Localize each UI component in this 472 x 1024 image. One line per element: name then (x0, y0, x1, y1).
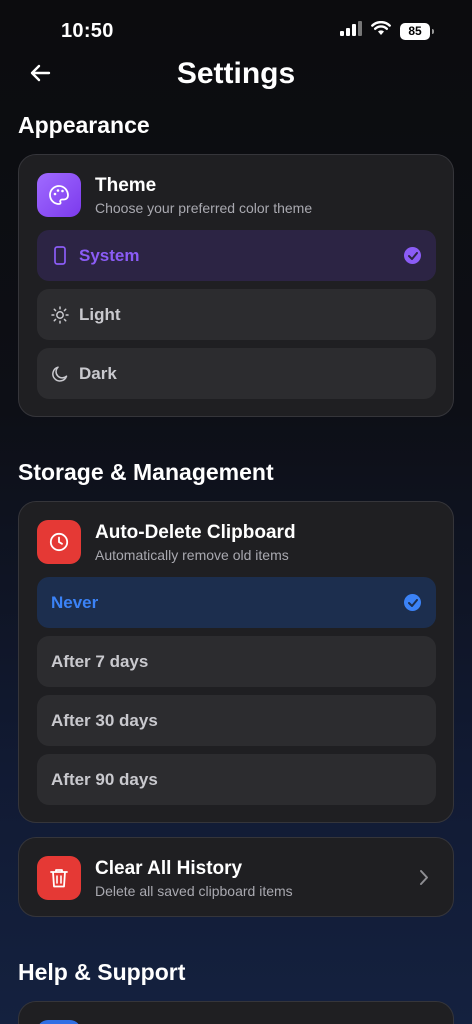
palette-icon (37, 173, 81, 217)
theme-option-light[interactable]: Light (37, 289, 436, 340)
theme-card-header: Theme Choose your preferred color theme (37, 173, 312, 217)
auto-delete-card-header: Auto-Delete Clipboard Automatically remo… (37, 520, 296, 564)
status-bar: 10:50 85 (0, 0, 472, 60)
auto-delete-option-label: Never (51, 592, 99, 612)
auto-delete-option-label: After 90 days (51, 769, 158, 789)
page-title: Settings (176, 57, 296, 90)
checkmark-icon (404, 247, 421, 264)
theme-option-label: System (79, 245, 140, 265)
theme-option-system[interactable]: System (37, 230, 436, 281)
help-icon (37, 1020, 81, 1024)
theme-option-label: Dark (79, 363, 117, 383)
cellular-signal-icon (340, 21, 362, 41)
auto-delete-card: Auto-Delete Clipboard Automatically remo… (18, 501, 454, 823)
theme-option-dark[interactable]: Dark (37, 348, 436, 399)
section-title-storage: Storage & Management (18, 459, 274, 485)
clear-history-button[interactable]: Clear All History Delete all saved clipb… (18, 837, 454, 917)
auto-delete-title: Auto-Delete Clipboard (95, 521, 296, 543)
auto-delete-option-never[interactable]: Never (37, 577, 436, 628)
clear-history-title: Clear All History (95, 857, 243, 879)
theme-title: Theme (95, 174, 157, 196)
theme-option-label: Light (79, 304, 121, 324)
status-icons: 85 (340, 20, 434, 41)
phone-icon (51, 246, 69, 266)
section-title-help: Help & Support (18, 959, 186, 985)
theme-card: Theme Choose your preferred color theme … (18, 154, 454, 417)
help-card[interactable] (18, 1001, 454, 1024)
status-time: 10:50 (61, 20, 114, 42)
battery-indicator: 85 (400, 22, 434, 40)
wifi-icon (371, 20, 391, 41)
auto-delete-subtitle: Automatically remove old items (95, 546, 289, 563)
auto-delete-option-90-days[interactable]: After 90 days (37, 754, 436, 805)
theme-subtitle: Choose your preferred color theme (95, 199, 313, 216)
auto-delete-option-label: After 7 days (51, 651, 149, 671)
trash-icon (37, 856, 81, 900)
chevron-right-icon (419, 869, 429, 891)
auto-delete-option-label: After 30 days (51, 710, 158, 730)
section-title-appearance: Appearance (18, 112, 150, 138)
auto-delete-option-30-days[interactable]: After 30 days (37, 695, 436, 746)
checkmark-icon (404, 594, 421, 611)
moon-icon (51, 364, 69, 384)
sun-icon (51, 305, 69, 325)
clear-history-subtitle: Delete all saved clipboard items (95, 882, 293, 899)
clock-icon (37, 520, 81, 564)
clear-history-header: Clear All History Delete all saved clipb… (37, 856, 293, 900)
auto-delete-option-7-days[interactable]: After 7 days (37, 636, 436, 687)
